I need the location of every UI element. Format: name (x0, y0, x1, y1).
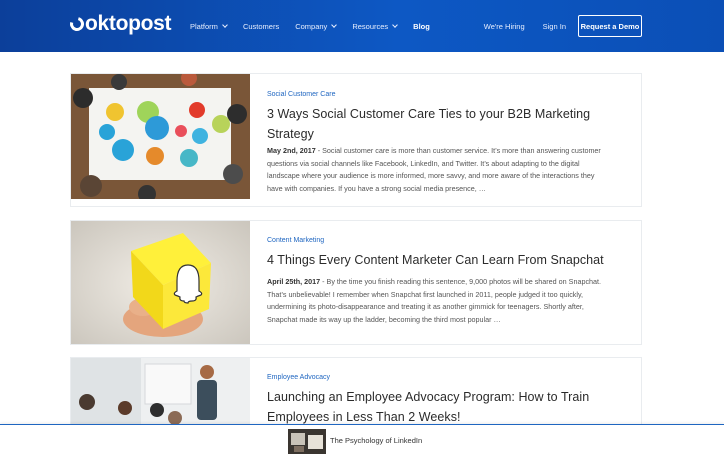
nav-platform[interactable]: Platform (190, 21, 228, 31)
chevron-down-icon (331, 21, 338, 28)
brand-name: oktopost (85, 12, 172, 35)
chevron-down-icon (392, 21, 399, 28)
nav-customers[interactable]: Customers (243, 22, 279, 31)
post-excerpt: April 25th, 2017 - By the time you finis… (267, 276, 625, 326)
nav-resources[interactable]: Resources (352, 21, 399, 31)
nav-company[interactable]: Company (295, 21, 338, 31)
nav-label: Customers (242, 21, 280, 31)
nav-label: Platform (190, 21, 218, 31)
main-nav: Platform Customers Company Resources Blo… (190, 0, 446, 52)
post-title-line: Strategy (267, 126, 314, 141)
excerpt-text: - By the time you finish reading this se… (320, 277, 602, 286)
excerpt-text: - Social customer care is more than cust… (315, 146, 601, 155)
post-title-line: 3 Ways Social Customer Care Ties to your… (267, 107, 591, 121)
post-date: April 25th, 2017 (267, 277, 321, 286)
request-demo-button[interactable]: Request a Demo (578, 15, 642, 37)
post-category[interactable]: Employee Advocacy (267, 374, 330, 381)
post-card[interactable]: Content Marketing 4 Things Every Content… (70, 220, 642, 345)
nav-label: Blog (413, 21, 430, 31)
excerpt-text: landscape where your audience is more in… (267, 171, 595, 180)
post-date: May 2nd, 2017 (267, 146, 316, 155)
post-title-line: Launching an Employee Advocacy Program: … (267, 390, 590, 404)
post-image[interactable] (71, 221, 250, 344)
related-post-title[interactable]: The Psychology of LinkedIn (330, 436, 422, 445)
excerpt-text: That’s unbelievable! I remember when Sna… (267, 289, 584, 299)
post-title[interactable]: 4 Things Every Content Marketer Can Lear… (267, 251, 627, 271)
post-image[interactable] (71, 74, 250, 199)
hiring-link[interactable]: We're Hiring (484, 22, 525, 31)
related-post-bar[interactable]: The Psychology of LinkedIn (0, 424, 724, 457)
excerpt-text: Snapchat made its way up the ladder, bec… (267, 314, 501, 324)
oktopost-logo[interactable]: oktopost (67, 12, 172, 36)
post-category[interactable]: Content Marketing (267, 237, 324, 244)
sign-in-link[interactable]: Sign In (543, 22, 566, 31)
related-post-thumbnail[interactable] (288, 429, 326, 454)
header-links: We're Hiring Sign In (466, 0, 566, 52)
chevron-down-icon (222, 21, 228, 28)
excerpt-text: questions via social channels like Faceb… (267, 158, 580, 168)
post-category[interactable]: Social Customer Care (267, 91, 335, 98)
post-title[interactable]: Launching an Employee Advocacy Program: … (267, 388, 627, 427)
site-header: oktopost Platform Customers Company Reso… (0, 0, 724, 52)
excerpt-text: undermining its photo-disappearance and … (267, 302, 584, 311)
post-title-line: 4 Things Every Content Marketer Can Lear… (267, 253, 604, 267)
logo-mark-icon (67, 14, 87, 34)
post-title[interactable]: 3 Ways Social Customer Care Ties to your… (267, 105, 627, 144)
post-excerpt: May 2nd, 2017 - Social customer care is … (267, 145, 625, 195)
post-card[interactable]: Social Customer Care 3 Ways Social Custo… (70, 73, 642, 207)
excerpt-text: have with companies. If you have a stron… (267, 183, 486, 193)
nav-blog[interactable]: Blog (413, 22, 430, 31)
nav-label: Resources (352, 21, 389, 31)
nav-label: Company (295, 21, 328, 31)
